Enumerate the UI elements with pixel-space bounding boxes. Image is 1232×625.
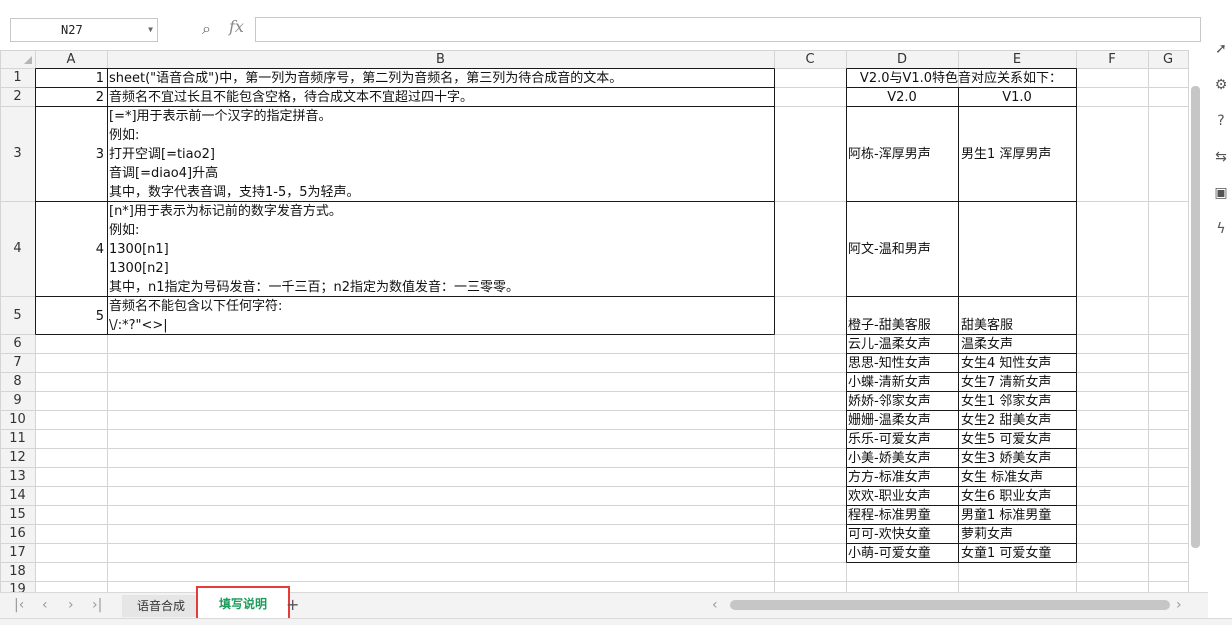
scroll-right-icon[interactable]: › <box>1176 597 1182 613</box>
image-icon[interactable]: ▣ <box>1212 184 1230 202</box>
row-header[interactable]: 14 <box>0 488 35 503</box>
cell-d11[interactable]: 乐乐-可爱女声 <box>848 430 958 449</box>
cell-d1-merged[interactable]: V2.0与V1.0特色音对应关系如下： <box>846 69 1076 88</box>
cell-d3[interactable]: 阿栋-浑厚男声 <box>848 145 958 164</box>
row-header[interactable]: 13 <box>0 469 35 484</box>
settings-icon[interactable]: ⚙ <box>1212 76 1230 94</box>
cell-d17[interactable]: 小萌-可爱女童 <box>848 544 958 563</box>
cell-d13[interactable]: 方方-标准女声 <box>848 468 958 487</box>
cell-d7[interactable]: 思思-知性女声 <box>848 354 958 373</box>
column-header-c[interactable]: C <box>774 52 846 67</box>
row-header[interactable]: 3 <box>0 146 35 161</box>
first-sheet-icon[interactable]: |‹ <box>14 597 24 613</box>
cell-e9[interactable]: 女生1 邻家女声 <box>961 392 1075 411</box>
sheet-tab-bar: |‹ ‹ › ›| 语音合成 填写说明 + ‹ › <box>0 586 1208 622</box>
row-header[interactable]: 4 <box>0 241 35 256</box>
cell-a2[interactable]: 2 <box>35 88 105 107</box>
vertical-scrollbar[interactable] <box>1191 86 1200 548</box>
cell-b3[interactable]: [=*]用于表示前一个汉字的指定拼音。 例如: 打开空调[=tiao2] 音调[… <box>109 107 773 200</box>
cell-e5[interactable]: 甜美客服 <box>961 316 1075 335</box>
cell-a4[interactable]: 4 <box>35 240 105 259</box>
column-header-f[interactable]: F <box>1076 52 1148 67</box>
cell-b1[interactable]: sheet("语音合成")中，第一列为音频序号，第二列为音频名，第三列为待合成音… <box>109 69 773 88</box>
row-header[interactable]: 16 <box>0 526 35 541</box>
cell-e14[interactable]: 女生6 职业女声 <box>961 487 1075 506</box>
status-bar <box>0 618 1232 625</box>
cell-d2[interactable]: V2.0 <box>846 88 958 107</box>
row-header[interactable]: 8 <box>0 374 35 389</box>
row-header[interactable]: 9 <box>0 393 35 408</box>
cell-b4[interactable]: [n*]用于表示为标记前的数字发音方式。 例如: 1300[n1] 1300[n… <box>109 202 773 295</box>
cell-a5[interactable]: 5 <box>35 307 105 326</box>
row-header[interactable]: 12 <box>0 450 35 465</box>
row-header[interactable]: 1 <box>0 70 35 85</box>
sheet-tab-instructions[interactable]: 填写说明 <box>196 586 290 622</box>
cell-e10[interactable]: 女生2 甜美女声 <box>961 411 1075 430</box>
row-header[interactable]: 5 <box>0 308 35 323</box>
cell-d14[interactable]: 欢欢-职业女声 <box>848 487 958 506</box>
sheet-tab-voice-synthesis[interactable]: 语音合成 <box>122 595 200 617</box>
cell-e11[interactable]: 女生5 可爱女声 <box>961 430 1075 449</box>
cell-e16[interactable]: 萝莉女声 <box>961 525 1075 544</box>
cell-d9[interactable]: 娇娇-邻家女声 <box>848 392 958 411</box>
cell-e7[interactable]: 女生4 知性女声 <box>961 354 1075 373</box>
cell-d12[interactable]: 小美-娇美女声 <box>848 449 958 468</box>
cell-e17[interactable]: 女童1 可爱女童 <box>961 544 1075 563</box>
cell-e2[interactable]: V1.0 <box>958 88 1076 107</box>
lightning-icon[interactable]: ϟ <box>1212 220 1230 238</box>
row-header[interactable]: 17 <box>0 545 35 560</box>
cell-e3[interactable]: 男生1 浑厚男声 <box>961 145 1075 164</box>
pointer-icon[interactable]: ➚ <box>1212 40 1230 58</box>
column-header-b[interactable]: B <box>107 52 774 67</box>
column-header-g[interactable]: G <box>1148 52 1188 67</box>
row-header[interactable]: 19 <box>0 582 35 592</box>
row-header[interactable]: 15 <box>0 507 35 522</box>
row-header[interactable]: 7 <box>0 355 35 370</box>
cell-a3[interactable]: 3 <box>35 145 105 164</box>
row-header[interactable]: 10 <box>0 412 35 427</box>
cell-d5[interactable]: 橙子-甜美客服 <box>848 316 958 335</box>
spreadsheet-app: N27 ▼ ⌕ fx A B C D E F G 1 2 3 4 5 6 7 8… <box>0 0 1232 625</box>
help-icon[interactable]: ? <box>1212 112 1230 130</box>
row-header[interactable]: 18 <box>0 564 35 579</box>
prev-sheet-icon[interactable]: ‹ <box>42 597 48 613</box>
row-header[interactable]: 11 <box>0 431 35 446</box>
cell-d10[interactable]: 姗姗-温柔女声 <box>848 411 958 430</box>
add-sheet-icon[interactable]: + <box>286 595 299 614</box>
cell-b5[interactable]: 音频名不能包含以下任何字符: \/:*?"<>| <box>109 297 773 335</box>
next-sheet-icon[interactable]: › <box>68 597 74 613</box>
cell-d6[interactable]: 云儿-温柔女声 <box>848 335 958 354</box>
cell-d16[interactable]: 可可-欢快女童 <box>848 525 958 544</box>
right-sidebar: ➚ ⚙ ? ⇆ ▣ ϟ <box>1208 0 1232 625</box>
cell-e12[interactable]: 女生3 娇美女声 <box>961 449 1075 468</box>
scroll-left-icon[interactable]: ‹ <box>712 597 718 613</box>
last-sheet-icon[interactable]: ›| <box>92 597 102 613</box>
cell-d8[interactable]: 小蝶-清新女声 <box>848 373 958 392</box>
cell-e13[interactable]: 女生 标准女声 <box>961 468 1075 487</box>
row-header[interactable]: 2 <box>0 89 35 104</box>
column-header-d[interactable]: D <box>846 52 958 67</box>
cell-d4[interactable]: 阿文-温和男声 <box>848 240 958 259</box>
column-header-e[interactable]: E <box>958 52 1076 67</box>
column-header-a[interactable]: A <box>35 52 107 67</box>
horizontal-scrollbar[interactable] <box>730 600 1170 610</box>
cell-e8[interactable]: 女生7 清新女声 <box>961 373 1075 392</box>
cell-e6[interactable]: 温柔女声 <box>961 335 1075 354</box>
cell-e15[interactable]: 男童1 标准男童 <box>961 506 1075 525</box>
cell-d15[interactable]: 程程-标准男童 <box>848 506 958 525</box>
row-header[interactable]: 6 <box>0 336 35 351</box>
cell-a1[interactable]: 1 <box>35 69 105 88</box>
cell-b2[interactable]: 音频名不宜过长且不能包含空格，待合成文本不宜超过四十字。 <box>109 88 773 107</box>
link-icon[interactable]: ⇆ <box>1212 148 1230 166</box>
